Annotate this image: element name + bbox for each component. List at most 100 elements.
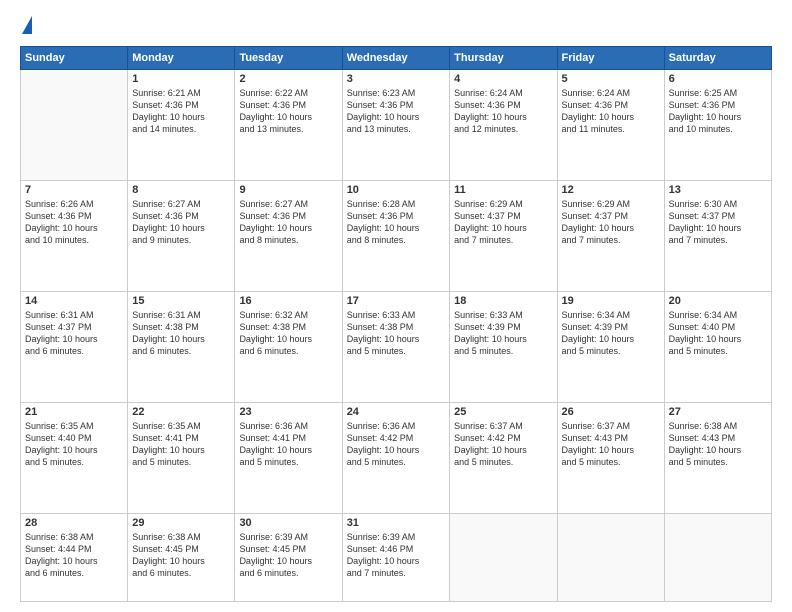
calendar-day-cell: 27 Sunrise: 6:38 AM Sunset: 4:43 PM Dayli… [664,402,771,513]
day-info: Sunrise: 6:35 AM Sunset: 4:41 PM Dayligh… [132,420,230,469]
day-number: 6 [669,73,767,85]
day-info: Sunrise: 6:21 AM Sunset: 4:36 PM Dayligh… [132,87,230,136]
day-info: Sunrise: 6:37 AM Sunset: 4:43 PM Dayligh… [562,420,660,469]
day-info: Sunrise: 6:39 AM Sunset: 4:45 PM Dayligh… [239,531,337,580]
day-number: 23 [239,406,337,418]
day-number: 10 [347,184,445,196]
day-info: Sunrise: 6:30 AM Sunset: 4:37 PM Dayligh… [669,198,767,247]
day-info: Sunrise: 6:33 AM Sunset: 4:38 PM Dayligh… [347,309,445,358]
calendar-day-cell: 19 Sunrise: 6:34 AM Sunset: 4:39 PM Dayli… [557,291,664,402]
day-number: 4 [454,73,552,85]
day-info: Sunrise: 6:27 AM Sunset: 4:36 PM Dayligh… [132,198,230,247]
calendar-day-cell: 22 Sunrise: 6:35 AM Sunset: 4:41 PM Dayli… [128,402,235,513]
day-number: 19 [562,295,660,307]
day-info: Sunrise: 6:38 AM Sunset: 4:45 PM Dayligh… [132,531,230,580]
day-info: Sunrise: 6:24 AM Sunset: 4:36 PM Dayligh… [454,87,552,136]
day-number: 11 [454,184,552,196]
day-number: 22 [132,406,230,418]
day-number: 5 [562,73,660,85]
day-info: Sunrise: 6:24 AM Sunset: 4:36 PM Dayligh… [562,87,660,136]
calendar-body: 1 Sunrise: 6:21 AM Sunset: 4:36 PM Daylig… [21,70,772,602]
weekday-header-cell: Tuesday [235,47,342,70]
calendar-day-cell [664,513,771,601]
calendar-day-cell: 3 Sunrise: 6:23 AM Sunset: 4:36 PM Daylig… [342,70,449,181]
day-number: 31 [347,517,445,529]
day-info: Sunrise: 6:29 AM Sunset: 4:37 PM Dayligh… [562,198,660,247]
calendar-day-cell: 10 Sunrise: 6:28 AM Sunset: 4:36 PM Dayli… [342,180,449,291]
calendar-day-cell [557,513,664,601]
calendar-day-cell: 1 Sunrise: 6:21 AM Sunset: 4:36 PM Daylig… [128,70,235,181]
day-info: Sunrise: 6:22 AM Sunset: 4:36 PM Dayligh… [239,87,337,136]
day-info: Sunrise: 6:38 AM Sunset: 4:43 PM Dayligh… [669,420,767,469]
calendar-day-cell: 5 Sunrise: 6:24 AM Sunset: 4:36 PM Daylig… [557,70,664,181]
calendar-week-row: 28 Sunrise: 6:38 AM Sunset: 4:44 PM Dayli… [21,513,772,601]
weekday-header-cell: Saturday [664,47,771,70]
header [20,16,772,36]
day-info: Sunrise: 6:38 AM Sunset: 4:44 PM Dayligh… [25,531,123,580]
calendar-day-cell: 20Sunrise: 6:34 AM Sunset: 4:40 PM Dayli… [664,291,771,402]
calendar-day-cell: 6 Sunrise: 6:25 AM Sunset: 4:36 PM Daylig… [664,70,771,181]
day-number: 30 [239,517,337,529]
day-info: Sunrise: 6:35 AM Sunset: 4:40 PM Dayligh… [25,420,123,469]
day-info: Sunrise: 6:29 AM Sunset: 4:37 PM Dayligh… [454,198,552,247]
day-number: 8 [132,184,230,196]
logo-triangle-icon [22,16,32,34]
day-info: Sunrise: 6:26 AM Sunset: 4:36 PM Dayligh… [25,198,123,247]
calendar-day-cell: 14Sunrise: 6:31 AM Sunset: 4:37 PM Dayli… [21,291,128,402]
weekday-header-cell: Thursday [450,47,557,70]
calendar-day-cell: 13 Sunrise: 6:30 AM Sunset: 4:37 PM Dayli… [664,180,771,291]
day-number: 2 [239,73,337,85]
weekday-header-cell: Friday [557,47,664,70]
day-number: 7 [25,184,123,196]
weekday-header-cell: Monday [128,47,235,70]
day-number: 26 [562,406,660,418]
day-number: 1 [132,73,230,85]
day-number: 16 [239,295,337,307]
calendar-day-cell: 26 Sunrise: 6:37 AM Sunset: 4:43 PM Dayli… [557,402,664,513]
day-number: 20 [669,295,767,307]
day-number: 21 [25,406,123,418]
day-info: Sunrise: 6:32 AM Sunset: 4:38 PM Dayligh… [239,309,337,358]
calendar-day-cell: 18Sunrise: 6:33 AM Sunset: 4:39 PM Dayli… [450,291,557,402]
calendar-day-cell [450,513,557,601]
day-info: Sunrise: 6:34 AM Sunset: 4:39 PM Dayligh… [562,309,660,358]
day-number: 24 [347,406,445,418]
calendar-day-cell: 9 Sunrise: 6:27 AM Sunset: 4:36 PM Daylig… [235,180,342,291]
calendar-week-row: 14Sunrise: 6:31 AM Sunset: 4:37 PM Dayli… [21,291,772,402]
day-number: 17 [347,295,445,307]
page: SundayMondayTuesdayWednesdayThursdayFrid… [0,0,792,612]
calendar-day-cell: 23Sunrise: 6:36 AM Sunset: 4:41 PM Dayli… [235,402,342,513]
day-info: Sunrise: 6:31 AM Sunset: 4:37 PM Dayligh… [25,309,123,358]
calendar-day-cell: 29 Sunrise: 6:38 AM Sunset: 4:45 PM Dayli… [128,513,235,601]
day-number: 28 [25,517,123,529]
day-info: Sunrise: 6:31 AM Sunset: 4:38 PM Dayligh… [132,309,230,358]
calendar-day-cell: 17 Sunrise: 6:33 AM Sunset: 4:38 PM Dayli… [342,291,449,402]
day-info: Sunrise: 6:36 AM Sunset: 4:42 PM Dayligh… [347,420,445,469]
logo [20,16,32,36]
calendar-day-cell: 24 Sunrise: 6:36 AM Sunset: 4:42 PM Dayli… [342,402,449,513]
calendar-day-cell: 11 Sunrise: 6:29 AM Sunset: 4:37 PM Dayli… [450,180,557,291]
calendar-day-cell: 12 Sunrise: 6:29 AM Sunset: 4:37 PM Dayli… [557,180,664,291]
day-number: 12 [562,184,660,196]
calendar-day-cell: 16 Sunrise: 6:32 AM Sunset: 4:38 PM Dayli… [235,291,342,402]
day-number: 3 [347,73,445,85]
day-number: 25 [454,406,552,418]
calendar-week-row: 7 Sunrise: 6:26 AM Sunset: 4:36 PM Daylig… [21,180,772,291]
calendar-day-cell: 15 Sunrise: 6:31 AM Sunset: 4:38 PM Dayli… [128,291,235,402]
day-info: Sunrise: 6:28 AM Sunset: 4:36 PM Dayligh… [347,198,445,247]
day-number: 9 [239,184,337,196]
weekday-header-cell: Sunday [21,47,128,70]
day-info: Sunrise: 6:27 AM Sunset: 4:36 PM Dayligh… [239,198,337,247]
day-number: 29 [132,517,230,529]
day-number: 18 [454,295,552,307]
day-number: 13 [669,184,767,196]
calendar-day-cell: 25Sunrise: 6:37 AM Sunset: 4:42 PM Dayli… [450,402,557,513]
calendar-day-cell: 28 Sunrise: 6:38 AM Sunset: 4:44 PM Dayli… [21,513,128,601]
day-number: 27 [669,406,767,418]
calendar-week-row: 21 Sunrise: 6:35 AM Sunset: 4:40 PM Dayli… [21,402,772,513]
day-info: Sunrise: 6:25 AM Sunset: 4:36 PM Dayligh… [669,87,767,136]
day-info: Sunrise: 6:23 AM Sunset: 4:36 PM Dayligh… [347,87,445,136]
calendar-day-cell: 2 Sunrise: 6:22 AM Sunset: 4:36 PM Daylig… [235,70,342,181]
calendar-day-cell: 21 Sunrise: 6:35 AM Sunset: 4:40 PM Dayli… [21,402,128,513]
day-number: 15 [132,295,230,307]
